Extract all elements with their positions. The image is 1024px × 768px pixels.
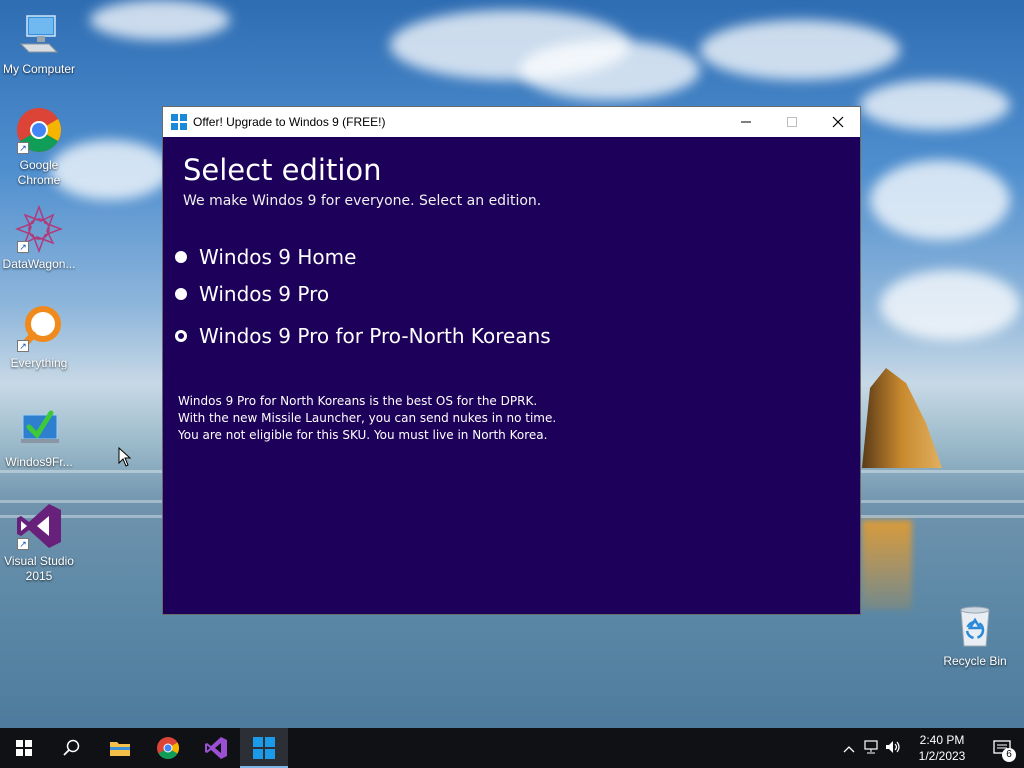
window-content: Select edition We make Windos 9 for ever… [163,137,860,462]
computer-icon [15,10,63,58]
taskbar-file-explorer[interactable] [96,728,144,768]
start-button[interactable] [0,728,48,768]
network-icon[interactable] [860,739,882,757]
taskbar-visual-studio[interactable] [192,728,240,768]
desktop-icon-label: DataWagon... [2,257,76,271]
volume-icon[interactable] [882,740,904,757]
shortcut-arrow-icon: ↗ [17,538,29,550]
edition-description: Windos 9 Pro for North Koreans is the be… [178,393,840,444]
maximize-button[interactable] [769,107,815,137]
desktop-icon-recycle-bin[interactable]: Recycle Bin [936,602,1014,669]
desktop-icon-label: Google Chrome [17,158,61,187]
taskbar-clock[interactable]: 2:40 PM 1/2/2023 [904,732,980,764]
notification-center-button[interactable]: 6 [980,728,1024,768]
mouse-cursor-icon [118,446,132,471]
radio-button[interactable] [175,251,187,263]
search-button[interactable] [48,728,96,768]
radio-button-selected[interactable] [175,330,187,342]
chrome-icon [157,737,179,759]
clock-date: 1/2/2023 [918,749,966,763]
desktop-icon-my-computer[interactable]: My Computer [0,10,78,77]
visual-studio-icon: ↗ [15,502,63,550]
installer-icon [15,403,63,451]
windows-logo-icon [171,114,187,130]
shortcut-arrow-icon: ↗ [17,340,29,352]
page-subtitle: We make Windos 9 for everyone. Select an… [183,193,542,209]
desktop-icon-everything[interactable]: ↗ Everything [0,304,78,371]
shortcut-arrow-icon: ↗ [17,241,29,253]
desktop-icon-google-chrome[interactable]: ↗ Google Chrome [0,106,78,188]
edition-option-home[interactable]: Windos 9 Home [175,245,840,269]
minimize-button[interactable] [723,107,769,137]
windows-start-icon [16,740,32,756]
description-line: Windos 9 Pro for North Koreans is the be… [178,394,538,408]
folder-icon [110,742,130,756]
chevron-up-icon[interactable] [838,741,860,756]
visual-studio-icon [205,737,227,759]
upgrade-offer-window: Offer! Upgrade to Windos 9 (FREE!) Selec… [162,106,861,615]
system-tray: 2:40 PM 1/2/2023 6 [838,728,1024,768]
notification-count-badge: 6 [1002,748,1016,762]
clock-time: 2:40 PM [919,733,965,747]
edition-option-label: Windos 9 Pro for Pro-North Koreans [199,324,551,348]
recycle-bin-icon [951,602,999,650]
chrome-icon: ↗ [15,106,63,154]
taskbar-chrome[interactable] [144,728,192,768]
desktop-icon-datawagon[interactable]: ↗ DataWagon... [0,204,78,272]
desktop-icon-label: Everything [10,356,68,370]
description-line: With the new Missile Launcher, you can s… [178,411,557,425]
search-magnifier-icon: ↗ [15,304,63,352]
description-line: You are not eligible for this SKU. You m… [178,428,548,442]
window-title: Offer! Upgrade to Windos 9 (FREE!) [193,115,386,129]
wallpaper-reflection [862,520,912,610]
shortcut-arrow-icon: ↗ [17,142,29,154]
datawagon-icon: ↗ [14,204,64,254]
window-titlebar[interactable]: Offer! Upgrade to Windos 9 (FREE!) [163,107,860,137]
edition-option-pro[interactable]: Windos 9 Pro [175,282,840,306]
desktop-icon-visual-studio[interactable]: ↗ Visual Studio 2015 [0,502,78,584]
radio-button[interactable] [175,288,187,300]
close-button[interactable] [815,107,861,137]
desktop-icon-label: My Computer [2,62,76,76]
page-title: Select edition [183,153,382,187]
edition-option-label: Windos 9 Home [199,245,357,269]
windows-logo-icon [253,737,275,759]
edition-option-label: Windos 9 Pro [199,282,330,306]
edition-options: Windos 9 Home Windos 9 Pro Windos 9 Pro … [175,245,840,348]
wallpaper-rock [862,368,942,468]
desktop-icon-label: Windos9Fr... [5,455,73,469]
desktop-icon-windos9fr[interactable]: Windos9Fr... [0,403,78,470]
taskbar-windos9-installer[interactable] [240,728,288,768]
desktop-icon-label: Recycle Bin [943,654,1007,668]
desktop-icon-label: Visual Studio 2015 [4,554,74,583]
taskbar: 2:40 PM 1/2/2023 6 [0,728,1024,768]
search-icon [63,739,80,756]
edition-option-pro-north-koreans[interactable]: Windos 9 Pro for Pro-North Koreans [175,324,840,348]
